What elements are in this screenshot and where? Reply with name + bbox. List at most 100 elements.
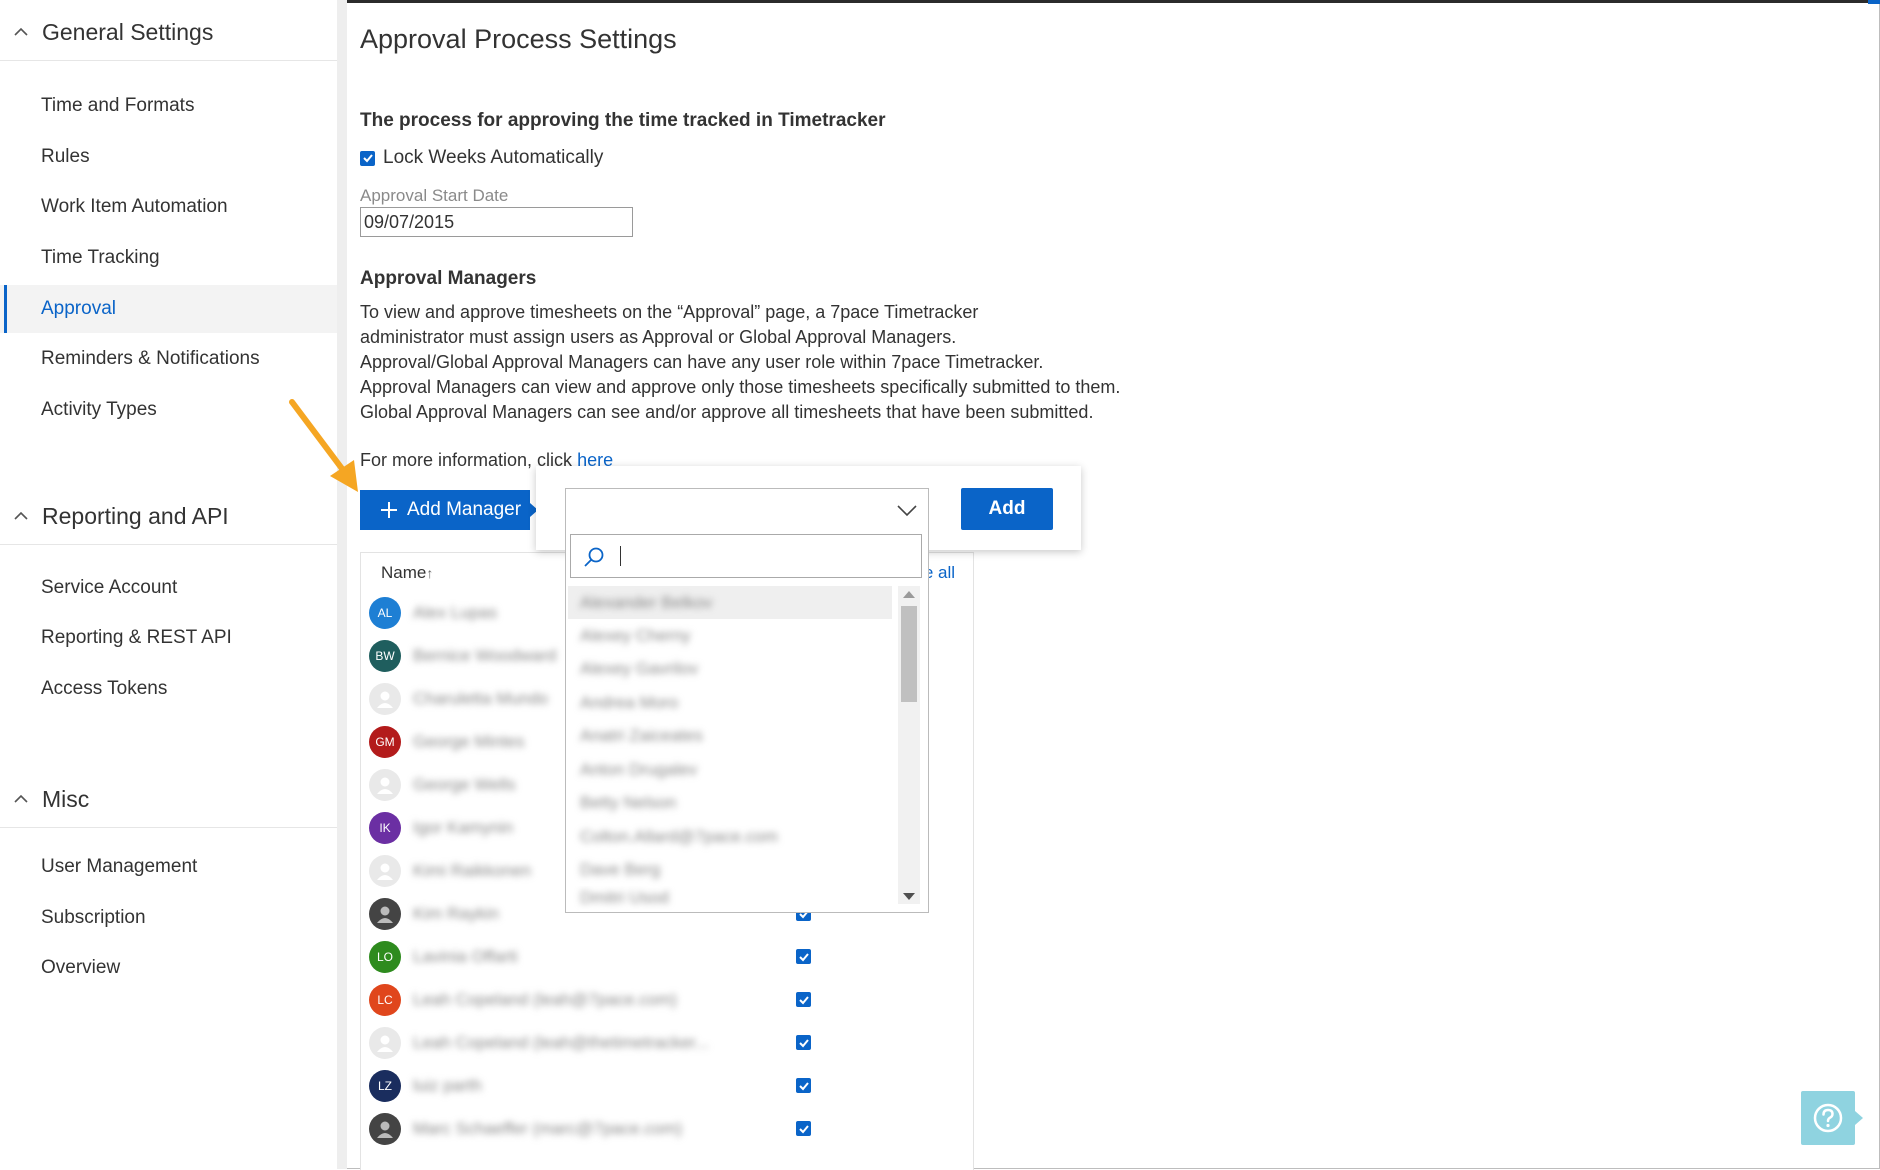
help-icon — [1813, 1103, 1843, 1133]
table-row[interactable]: LZ luiz parth — [369, 1064, 969, 1107]
sidebar-item-reminders[interactable]: Reminders & Notifications — [0, 335, 337, 383]
dropdown-option[interactable]: Dmitri Usod — [568, 886, 892, 910]
table-row[interactable]: LC Leah Copeland (leah@7pace.com) — [369, 978, 969, 1021]
description-line: Global Approval Managers can see and/or … — [360, 402, 1094, 422]
scroll-up-arrow[interactable] — [903, 591, 915, 598]
avatar: LZ — [369, 1069, 401, 1102]
person-icon — [377, 1121, 393, 1138]
add-manager-label: Add Manager — [407, 499, 522, 520]
row-checkbox[interactable] — [796, 992, 811, 1007]
avatar-photo — [369, 897, 401, 930]
help-button[interactable] — [1801, 1091, 1863, 1145]
sidebar-divider — [337, 0, 347, 1169]
description-line: Approval Managers can view and approve o… — [360, 377, 1121, 397]
sidebar-item-access-tokens[interactable]: Access Tokens — [0, 665, 337, 713]
user-name: luiz parth — [413, 1075, 482, 1095]
dropdown-option[interactable]: Andrea Moro — [568, 686, 892, 719]
dropdown-scrollbar[interactable] — [898, 586, 920, 904]
description-line: Approval/Global Approval Managers can ha… — [360, 352, 1044, 372]
search-icon — [584, 547, 604, 567]
check-icon — [798, 1081, 809, 1090]
top-accent — [1868, 0, 1880, 4]
row-checkbox[interactable] — [796, 1121, 811, 1136]
avatar: IK — [369, 811, 401, 844]
dropdown-option[interactable]: Betty Nelson — [568, 786, 892, 819]
sidebar-item-reporting-rest-api[interactable]: Reporting & REST API — [0, 614, 337, 662]
add-button[interactable]: Add — [961, 488, 1053, 530]
process-title: The process for approving the time track… — [360, 110, 886, 131]
user-name: Charuletta Mundo — [413, 688, 549, 708]
avatar: LC — [369, 983, 401, 1016]
user-name: Leah Copeland (leah@7pace.com) — [413, 989, 677, 1009]
avatar-placeholder — [369, 854, 401, 887]
sidebar: General Settings Time and Formats Rules … — [0, 0, 337, 1169]
sidebar-item-time-tracking[interactable]: Time Tracking — [0, 234, 337, 282]
user-name: Igor Kamynin — [413, 817, 514, 837]
lock-weeks-row: Lock Weeks Automatically — [360, 147, 603, 169]
section-title: Misc — [42, 785, 90, 812]
scroll-thumb[interactable] — [901, 606, 917, 702]
sidebar-item-time-and-formats[interactable]: Time and Formats — [0, 82, 337, 130]
section-misc[interactable]: Misc — [0, 771, 337, 828]
check-icon — [362, 154, 373, 163]
plus-icon — [381, 502, 397, 518]
table-row[interactable]: LO Lavinia Offarti — [369, 935, 969, 978]
user-name: Leah Copeland (leah@thetimetracker... — [413, 1032, 710, 1052]
chevron-up-icon — [14, 511, 28, 520]
dropdown-option[interactable]: Anton Drugalev — [568, 753, 892, 786]
dropdown-option[interactable]: Alexey Cherny — [568, 619, 892, 652]
dropdown-option[interactable]: Alexander Belkov — [568, 586, 892, 619]
check-icon — [798, 995, 809, 1004]
add-manager-button[interactable]: Add Manager — [360, 490, 538, 530]
sidebar-item-approval[interactable]: Approval — [0, 285, 337, 333]
name-column-header[interactable]: Name↑ — [381, 563, 433, 583]
description-line: administrator must assign users as Appro… — [360, 327, 957, 347]
person-icon — [377, 777, 393, 794]
person-icon — [377, 906, 393, 923]
approval-start-date-input[interactable]: 09/07/2015 — [360, 207, 633, 237]
check-icon — [798, 1038, 809, 1047]
avatar-photo — [369, 1112, 401, 1145]
section-title: Reporting and API — [42, 502, 229, 529]
user-name: Bernice Woodward — [413, 645, 557, 665]
section-general-settings[interactable]: General Settings — [0, 4, 337, 61]
row-checkbox[interactable] — [796, 949, 811, 964]
chevron-up-icon — [14, 794, 28, 803]
sidebar-item-user-management[interactable]: User Management — [0, 843, 337, 891]
avatar: BW — [369, 639, 401, 672]
user-select-dropdown[interactable] — [565, 488, 929, 530]
sidebar-item-rules[interactable]: Rules — [0, 133, 337, 181]
lock-weeks-label: Lock Weeks Automatically — [383, 147, 604, 168]
table-row[interactable]: Leah Copeland (leah@thetimetracker... — [369, 1021, 969, 1064]
dropdown-search-input[interactable] — [570, 534, 922, 578]
check-icon — [798, 952, 809, 961]
scroll-down-arrow[interactable] — [903, 893, 915, 900]
avatar: AL — [369, 596, 401, 629]
chevron-down-icon — [897, 505, 917, 517]
section-reporting-and-api[interactable]: Reporting and API — [0, 488, 337, 545]
row-checkbox[interactable] — [796, 1078, 811, 1093]
section-title: General Settings — [42, 18, 214, 45]
sidebar-item-work-item-automation[interactable]: Work Item Automation — [0, 183, 337, 231]
check-icon — [798, 1124, 809, 1133]
avatar-placeholder — [369, 768, 401, 801]
user-name: Kimi Raikkonen — [413, 860, 532, 880]
arrow-annotation-icon — [289, 399, 358, 492]
avatar: LO — [369, 940, 401, 973]
sidebar-item-service-account[interactable]: Service Account — [0, 564, 337, 612]
dropdown-option[interactable]: Colton.Allard@7pace.com — [568, 820, 892, 853]
dropdown-option[interactable]: Alexey Gavrilov — [568, 652, 892, 685]
user-name: George Wells — [413, 774, 516, 794]
user-name: George Mintes — [413, 731, 525, 751]
sidebar-item-subscription[interactable]: Subscription — [0, 894, 337, 942]
lock-weeks-checkbox[interactable] — [360, 150, 375, 166]
dropdown-option[interactable]: Dave Berg — [568, 853, 892, 886]
table-row[interactable]: Marc Schaeffer (marc@7pace.com) — [369, 1107, 969, 1150]
person-icon — [377, 691, 393, 708]
chevron-up-icon — [14, 27, 28, 36]
row-checkbox[interactable] — [796, 1035, 811, 1050]
sort-arrow-icon: ↑ — [426, 565, 434, 581]
sidebar-item-overview[interactable]: Overview — [0, 944, 337, 992]
dropdown-option[interactable]: Anatri Zaiceates — [568, 719, 892, 752]
approval-managers-description: To view and approve timesheets on the “A… — [360, 300, 1120, 425]
